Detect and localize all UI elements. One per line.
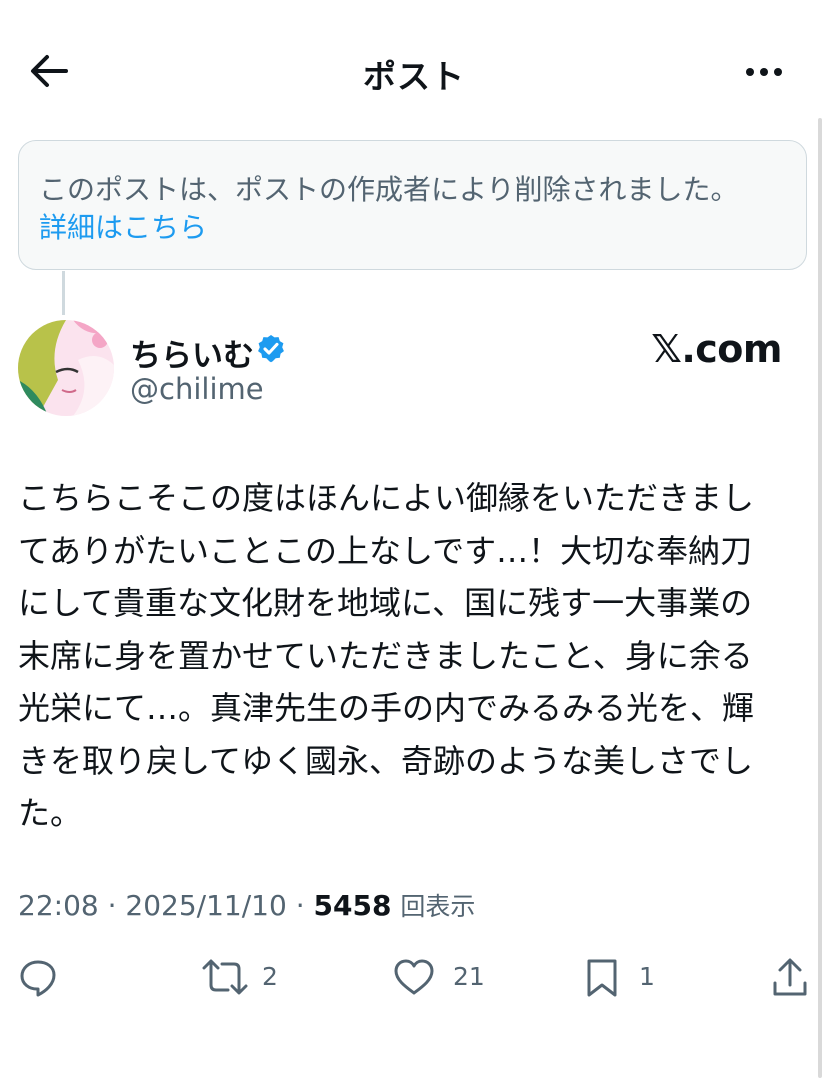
page-title: ポスト (363, 57, 465, 96)
learn-more-link[interactable]: 詳細はこちら (39, 209, 207, 247)
post-text-line: てありがたいことこの上なしです…！大切な奉納刀 (18, 531, 753, 570)
separator-dot: · (107, 889, 126, 922)
post-time[interactable]: 22:08 (18, 889, 99, 922)
more-options-button[interactable] (740, 52, 790, 92)
post-date[interactable]: 2025/11/10 (125, 889, 286, 922)
post-text-line: た。 (18, 794, 83, 832)
bookmark-icon (587, 959, 617, 997)
scrollbar[interactable] (818, 118, 822, 1078)
heart-icon (394, 959, 434, 995)
post-text: こちらこそこの度はほんによい御縁をいただきまし てありがたいことこの上なしです…… (18, 472, 798, 840)
reply-button[interactable] (18, 952, 78, 1002)
top-bar: ポスト (0, 0, 828, 140)
post-text-line: 光栄にて…。真津先生の手の内でみるみる光を、輝 (18, 689, 755, 727)
bookmark-count: 1 (639, 962, 655, 991)
post-text-line: 末席に身を置かせていただきましたこと、身に余る (18, 636, 753, 675)
like-count: 21 (453, 962, 485, 991)
user-handle[interactable]: @chilime (130, 372, 264, 406)
post-metadata: 22:08 · 2025/11/10 · 5458 回表示 (18, 887, 475, 923)
post-text-line: にして貴重な文化財を地域に、国に残す一大事業の (18, 584, 753, 622)
avatar[interactable] (18, 320, 114, 416)
share-icon (773, 958, 807, 996)
more-horizontal-icon (746, 68, 782, 76)
post-text-line: こちらこそこの度はほんによい御縁をいただきまし (18, 479, 755, 517)
repost-icon (202, 959, 248, 995)
views-count: 5458 (313, 889, 392, 922)
deleted-post-notice: このポストは、ポストの作成者により削除されました。 詳細はこちら (18, 140, 807, 270)
thread-connector (62, 271, 65, 315)
verified-badge-icon (258, 335, 284, 363)
display-name[interactable]: ちらいむ (130, 330, 254, 375)
like-button[interactable]: 21 (393, 952, 493, 1002)
bookmark-button[interactable]: 1 (584, 952, 664, 1002)
views-label: 回表示 (400, 892, 476, 921)
repost-count: 2 (262, 962, 278, 991)
share-button[interactable] (770, 952, 812, 1002)
repost-button[interactable]: 2 (202, 952, 292, 1002)
deleted-notice-text: このポストは、ポストの作成者により削除されました。 (39, 173, 739, 206)
reply-icon (20, 960, 56, 997)
separator-dot: · (295, 889, 314, 922)
x-com-watermark: 𝕏.com (651, 327, 782, 371)
post-text-line: きを取り戻してゆく國永、奇跡のような美しさでし (18, 741, 754, 780)
